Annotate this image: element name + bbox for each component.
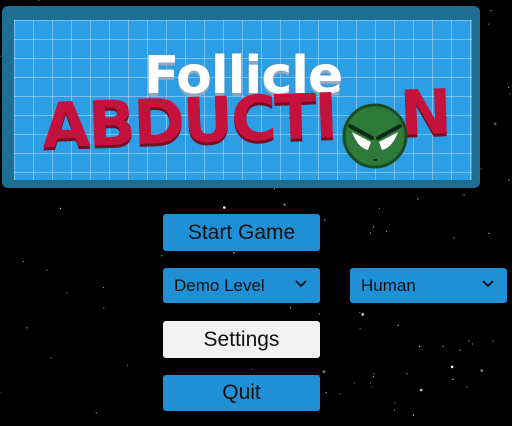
alien-head-icon	[342, 103, 408, 169]
star	[102, 286, 105, 289]
star	[442, 345, 444, 348]
star	[419, 345, 421, 347]
star	[463, 194, 465, 196]
star	[251, 368, 253, 370]
quit-button[interactable]: Quit	[163, 375, 320, 411]
star	[322, 370, 326, 373]
star	[480, 168, 482, 170]
star	[468, 340, 470, 342]
settings-button[interactable]: Settings	[163, 321, 320, 358]
star	[26, 327, 28, 329]
game-logo: Follicle ABDUCTI N	[2, 6, 480, 188]
star	[394, 409, 396, 411]
star	[466, 386, 468, 388]
star	[450, 365, 454, 369]
star	[372, 226, 374, 228]
star	[417, 198, 419, 200]
star	[493, 122, 497, 126]
star	[325, 392, 327, 394]
star	[161, 255, 163, 257]
star	[361, 313, 365, 316]
species-dropdown[interactable]: Human	[350, 268, 507, 303]
star	[0, 391, 1, 393]
star	[488, 23, 490, 25]
star	[103, 307, 105, 309]
star	[480, 369, 484, 372]
star	[50, 357, 52, 359]
star	[492, 340, 494, 342]
star	[452, 378, 454, 380]
chevron-down-icon	[482, 280, 494, 288]
star	[378, 207, 381, 210]
chevron-down-icon	[295, 280, 307, 288]
star	[66, 292, 68, 294]
star	[386, 230, 388, 232]
star	[471, 343, 473, 345]
star	[406, 373, 408, 375]
star	[223, 206, 226, 209]
star	[412, 414, 415, 416]
star	[372, 376, 374, 378]
star	[354, 381, 356, 384]
logo-title-part-a: ABDUCTI	[40, 79, 338, 163]
logo-grid-panel: Follicle ABDUCTI N	[14, 20, 472, 180]
star	[420, 388, 423, 392]
level-dropdown[interactable]: Demo Level	[163, 268, 320, 303]
star	[60, 207, 62, 209]
star	[324, 219, 326, 221]
star	[359, 328, 361, 330]
star	[126, 364, 129, 366]
star	[369, 232, 371, 234]
start-game-button[interactable]: Start Game	[163, 214, 320, 251]
star	[508, 86, 510, 89]
star	[509, 93, 511, 95]
star	[372, 373, 374, 375]
star	[318, 313, 321, 315]
star	[289, 306, 292, 309]
star	[273, 188, 275, 190]
star	[339, 393, 341, 395]
star	[488, 232, 490, 234]
star	[46, 269, 48, 271]
star	[397, 324, 399, 326]
species-dropdown-value: Human	[361, 275, 416, 295]
star	[508, 179, 510, 181]
star	[394, 402, 396, 404]
star	[283, 203, 287, 206]
star	[233, 252, 235, 254]
star	[459, 349, 461, 351]
star	[370, 382, 372, 384]
star	[22, 260, 24, 262]
star	[359, 311, 361, 314]
star	[371, 386, 373, 388]
level-dropdown-value: Demo Level	[174, 275, 265, 295]
star	[95, 412, 97, 414]
star	[38, 0, 40, 2]
star	[490, 10, 492, 12]
star	[453, 237, 455, 239]
